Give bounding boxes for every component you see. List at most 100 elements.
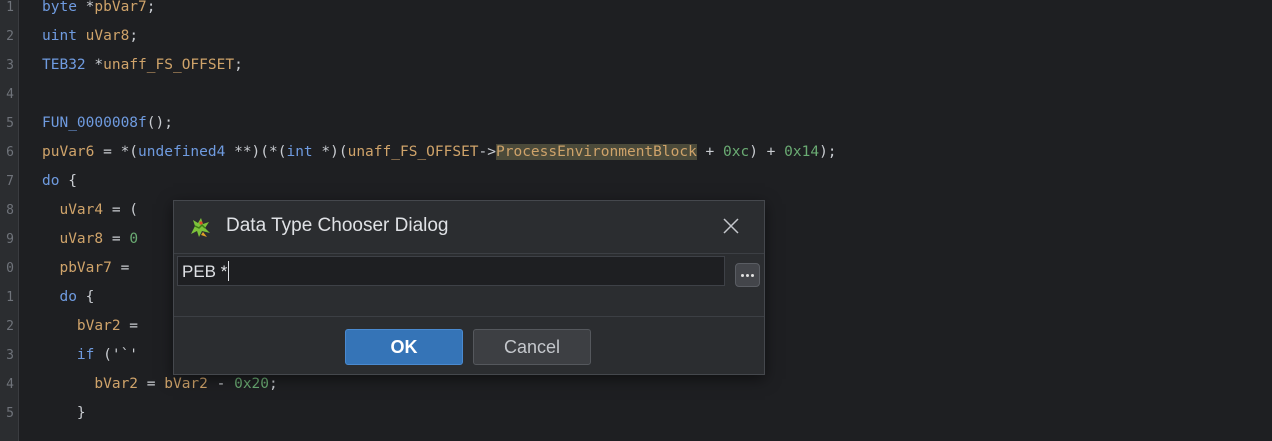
code-text: uint uVar8; bbox=[42, 22, 138, 51]
line-number: 4 bbox=[6, 377, 14, 392]
code-text: do { bbox=[42, 283, 94, 312]
line-number: 9 bbox=[6, 232, 14, 247]
code-token: ); bbox=[819, 144, 837, 160]
line-number: 6 bbox=[6, 145, 14, 160]
code-token: **)(*( bbox=[225, 144, 287, 160]
code-text: uVar4 = ( bbox=[42, 196, 138, 225]
code-token: ; bbox=[269, 376, 278, 392]
code-line[interactable]: 4 bbox=[0, 80, 1272, 109]
code-token: = bbox=[138, 376, 165, 392]
code-token: do bbox=[42, 173, 60, 189]
code-token: = bbox=[103, 231, 130, 247]
code-token: TEB32 bbox=[42, 57, 86, 73]
code-token: *)( bbox=[312, 144, 348, 160]
code-token: uVar4 bbox=[42, 202, 104, 218]
code-token: * bbox=[76, 0, 95, 15]
code-token: puVar6 bbox=[42, 144, 95, 160]
line-number: 8 bbox=[6, 203, 14, 218]
line-number: 5 bbox=[6, 116, 14, 131]
line-number: 7 bbox=[6, 174, 14, 189]
code-line[interactable]: 6 puVar6 = *(undefined4 **)(*(int *)(unaf… bbox=[0, 138, 1272, 167]
code-token: bVar2 bbox=[42, 318, 121, 334]
code-token: + bbox=[696, 144, 724, 160]
code-token: uVar8 bbox=[85, 28, 130, 44]
ellipsis-icon bbox=[741, 273, 744, 277]
code-token: ; bbox=[146, 0, 156, 15]
code-token: uVar8 bbox=[42, 231, 104, 247]
line-number: 0 bbox=[6, 261, 14, 276]
code-line[interactable]: 5 } bbox=[0, 399, 1272, 428]
code-token: ) + bbox=[749, 144, 785, 160]
code-token: pbVar7 bbox=[94, 0, 147, 15]
browse-data-types-button[interactable] bbox=[735, 263, 760, 287]
code-line[interactable]: 2 uint uVar8; bbox=[0, 22, 1272, 51]
code-token: ; bbox=[234, 57, 243, 73]
code-token: (); bbox=[146, 115, 173, 131]
close-icon bbox=[723, 218, 739, 234]
code-token: byte bbox=[42, 0, 77, 15]
code-token: pbVar7 bbox=[42, 260, 112, 276]
code-line[interactable]: 7 do { bbox=[0, 167, 1272, 196]
code-text: } bbox=[42, 399, 86, 428]
code-token: unaff_FS_OFFSET bbox=[347, 144, 479, 160]
line-number: 3 bbox=[6, 348, 14, 363]
line-number: 1 bbox=[6, 290, 14, 305]
input-row: PEB * bbox=[174, 253, 764, 317]
code-token: 0xc bbox=[723, 144, 750, 160]
dialog-title: Data Type Chooser Dialog bbox=[226, 215, 449, 236]
code-token: FUN_0000008f bbox=[42, 115, 147, 131]
line-number: 2 bbox=[6, 29, 14, 44]
data-type-chooser-dialog: Data Type Chooser Dialog PEB * OK Cancel bbox=[173, 200, 765, 375]
code-token: = *( bbox=[94, 144, 139, 160]
code-token: if bbox=[42, 347, 95, 363]
code-token: bVar2 bbox=[164, 376, 208, 392]
code-token: * bbox=[85, 57, 104, 73]
line-number: 3 bbox=[6, 58, 14, 73]
code-text: puVar6 = *(undefined4 **)(*(int *)(unaff… bbox=[42, 138, 837, 167]
code-line[interactable]: 3 TEB32 *unaff_FS_OFFSET; bbox=[0, 51, 1272, 80]
code-text: do { bbox=[42, 167, 77, 196]
code-token: unaff_FS_OFFSET bbox=[103, 57, 235, 73]
code-token: uint bbox=[42, 28, 77, 44]
line-number: 5 bbox=[6, 406, 14, 421]
code-token: 0x14 bbox=[784, 144, 820, 160]
code-text: if ('`' bbox=[42, 341, 138, 370]
dragon-icon bbox=[191, 218, 210, 237]
line-number: 2 bbox=[6, 319, 14, 334]
code-text: uVar8 = 0 bbox=[42, 225, 138, 254]
code-token: = bbox=[111, 260, 139, 276]
code-text: bVar2 = bbox=[42, 312, 138, 341]
dialog-titlebar[interactable]: Data Type Chooser Dialog bbox=[174, 201, 764, 251]
code-token: 0x20 bbox=[234, 376, 270, 392]
line-number: 4 bbox=[6, 87, 14, 102]
code-token: = bbox=[120, 318, 139, 334]
ok-button[interactable]: OK bbox=[345, 329, 463, 365]
code-token: - bbox=[207, 376, 235, 392]
code-text: pbVar7 = bbox=[42, 254, 138, 283]
code-token: { bbox=[59, 173, 77, 189]
line-number: 1 bbox=[6, 0, 14, 15]
data-type-input[interactable]: PEB * bbox=[177, 256, 725, 286]
code-token: bVar2 bbox=[42, 376, 139, 392]
text-caret bbox=[228, 261, 230, 281]
code-text: FUN_0000008f(); bbox=[42, 109, 173, 138]
code-token: } bbox=[42, 405, 86, 421]
code-token: int bbox=[286, 144, 313, 160]
data-type-input-value: PEB * bbox=[182, 262, 228, 281]
highlighted-token: ProcessEnvironmentBlock bbox=[496, 144, 697, 160]
code-token: ('`' bbox=[94, 347, 139, 363]
code-token: undefined4 bbox=[138, 144, 226, 160]
close-button[interactable] bbox=[716, 211, 746, 241]
code-token: ; bbox=[129, 28, 139, 44]
code-line[interactable]: 5 FUN_0000008f(); bbox=[0, 109, 1272, 138]
code-token: -> bbox=[478, 144, 497, 160]
code-text: byte *pbVar7; bbox=[42, 0, 156, 22]
code-line[interactable]: 1 byte *pbVar7; bbox=[0, 0, 1272, 22]
cancel-button[interactable]: Cancel bbox=[473, 329, 591, 365]
code-token: 0 bbox=[129, 231, 139, 247]
code-text: TEB32 *unaff_FS_OFFSET; bbox=[42, 51, 243, 80]
code-token: = ( bbox=[103, 202, 139, 218]
code-token: do bbox=[42, 289, 77, 305]
code-token: { bbox=[76, 289, 95, 305]
